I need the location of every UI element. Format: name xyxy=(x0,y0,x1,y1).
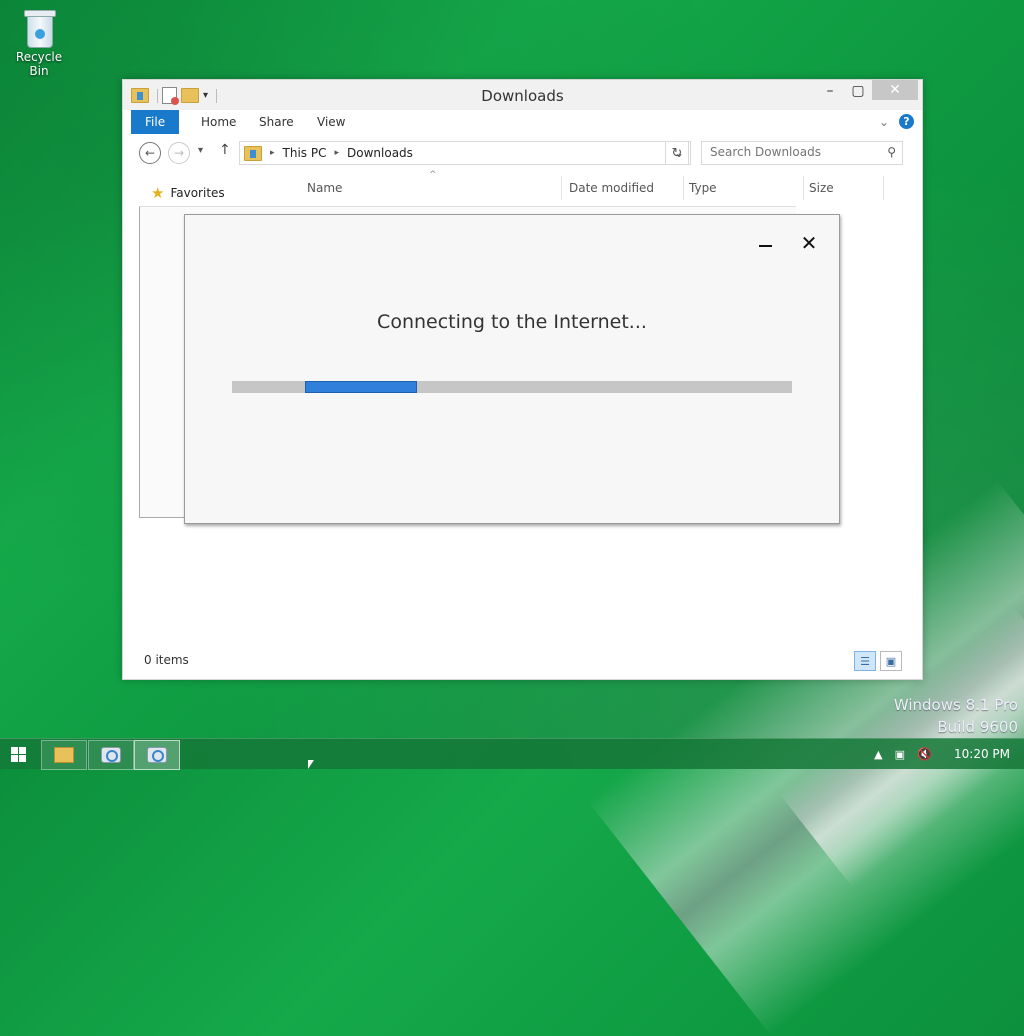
progress-bar xyxy=(232,381,792,393)
watermark-edition: Windows 8.1 Pro xyxy=(893,696,1018,714)
address-row: ← → ▾ ↑ ▸ This PC ▸ Downloads ⌄ ↻ ⚲ xyxy=(123,138,922,168)
dialog-close-button[interactable]: ✕ xyxy=(799,233,819,253)
recycle-bin-shortcut[interactable]: Recycle Bin xyxy=(6,6,72,78)
network-icon[interactable]: ▣ xyxy=(895,748,905,761)
volume-muted-icon[interactable]: 🔇 xyxy=(917,747,932,761)
title-bar[interactable]: ▾ Downloads – ▢ ✕ xyxy=(123,80,922,110)
column-headers: ^ Name Date modified Type Size xyxy=(301,170,901,200)
forward-button[interactable]: → xyxy=(168,142,190,164)
progress-bar-fill xyxy=(304,381,417,393)
tab-view[interactable]: View xyxy=(303,110,359,134)
refresh-button[interactable]: ↻ xyxy=(665,141,689,165)
breadcrumb-downloads[interactable]: Downloads xyxy=(347,146,413,160)
breadcrumb-separator-icon[interactable]: ▸ xyxy=(270,148,275,158)
search-box[interactable]: ⚲ xyxy=(701,141,903,165)
details-view-icon[interactable]: ☰ xyxy=(854,651,876,671)
large-icons-view-icon[interactable]: ▣ xyxy=(880,651,902,671)
expand-ribbon-chevron-icon[interactable]: ⌄ xyxy=(879,115,889,129)
close-button[interactable]: ✕ xyxy=(872,80,918,100)
clock[interactable]: 10:20 PM xyxy=(954,747,1010,761)
recycle-bin-icon xyxy=(24,8,56,48)
recycle-bin-label: Recycle Bin xyxy=(15,50,63,78)
show-hidden-icons-chevron-icon[interactable]: ▲ xyxy=(874,748,882,761)
search-input[interactable] xyxy=(702,142,888,162)
minimize-button[interactable]: – xyxy=(816,80,844,102)
nav-item-favorites[interactable]: ★ Favorites xyxy=(151,184,225,202)
ribbon-tabs: File Home Share View ⌄ ? xyxy=(123,110,922,134)
breadcrumb-separator-icon[interactable]: ▸ xyxy=(334,148,339,158)
watermark-build: Build 9600 xyxy=(937,718,1018,736)
taskbar-setup-2[interactable] xyxy=(134,740,180,770)
dialog-minimize-button[interactable] xyxy=(759,234,773,254)
window-controls: – ▢ ✕ xyxy=(816,80,922,102)
setup-icon xyxy=(147,747,167,763)
taskbar-setup-1[interactable] xyxy=(88,740,134,770)
connecting-dialog: ✕ Connecting to the Internet... xyxy=(184,214,840,524)
search-icon[interactable]: ⚲ xyxy=(887,145,896,159)
setup-icon xyxy=(101,747,121,763)
breadcrumb-this-pc[interactable]: This PC xyxy=(283,146,327,160)
back-button[interactable]: ← xyxy=(139,142,161,164)
taskbar-file-explorer[interactable] xyxy=(41,740,87,770)
star-icon: ★ xyxy=(151,184,165,202)
start-button[interactable] xyxy=(11,747,27,763)
address-bar[interactable]: ▸ This PC ▸ Downloads ⌄ xyxy=(239,141,691,165)
location-folder-icon xyxy=(244,145,262,161)
tab-share[interactable]: Share xyxy=(245,110,308,134)
column-name[interactable]: Name xyxy=(301,176,562,200)
maximize-button[interactable]: ▢ xyxy=(844,80,872,102)
tab-home[interactable]: Home xyxy=(187,110,250,134)
window-title: Downloads xyxy=(481,87,564,105)
tab-file[interactable]: File xyxy=(131,110,180,134)
taskbar: ▲ ▣ 🔇 10:20 PM xyxy=(0,738,1024,770)
system-tray: ▲ ▣ 🔇 10:20 PM xyxy=(874,739,1010,769)
status-item-count: 0 items xyxy=(144,653,189,667)
dialog-message: Connecting to the Internet... xyxy=(377,311,647,333)
view-switcher: ☰ ▣ xyxy=(854,651,902,671)
column-size[interactable]: Size xyxy=(803,176,884,200)
column-type[interactable]: Type xyxy=(683,176,804,200)
up-button[interactable]: ↑ xyxy=(219,142,231,158)
favorites-label: Favorites xyxy=(170,186,225,200)
recent-locations-chevron-icon[interactable]: ▾ xyxy=(198,145,203,156)
windows-watermark: Windows 8.1 Pro Build 9600 xyxy=(894,694,1018,738)
column-date-modified[interactable]: Date modified xyxy=(563,176,684,200)
file-explorer-icon xyxy=(54,747,74,763)
help-icon[interactable]: ? xyxy=(899,114,914,129)
